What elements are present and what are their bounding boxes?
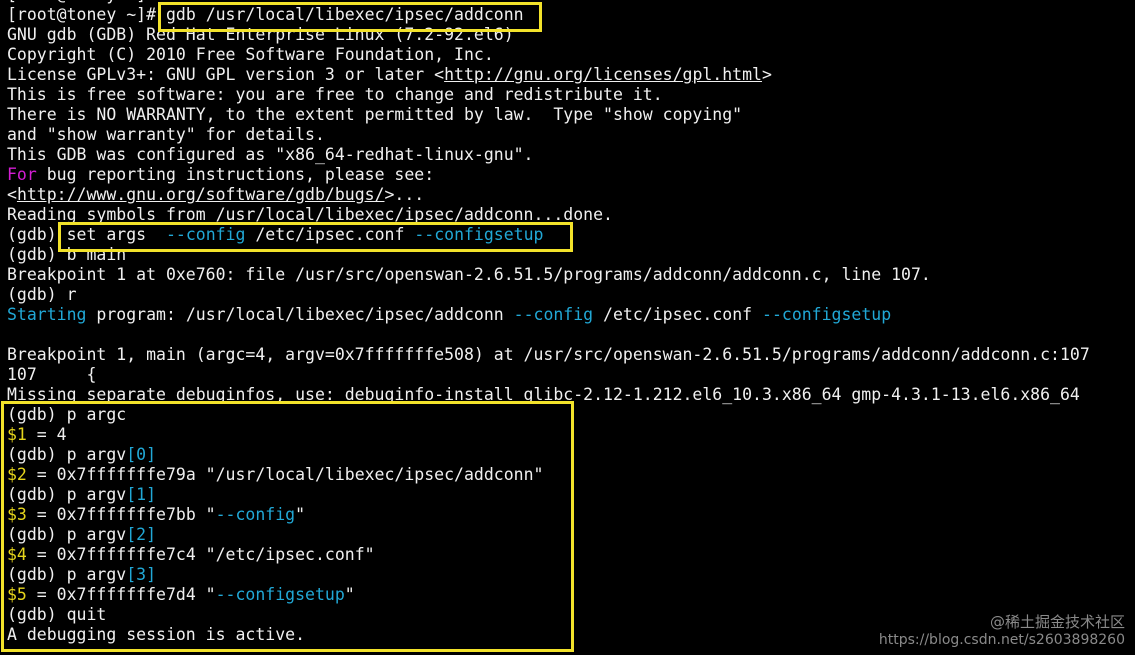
terminal-text-segment: " — [344, 585, 355, 604]
terminal-text-segment: = 0x7fffffffe7d4 " — [26, 585, 216, 604]
watermark: @稀土掘金技术社区 https://blog.csdn.net/s2603898… — [879, 613, 1125, 649]
terminal-window[interactable]: [root@toney ~]#[root@toney ~]# gdb /usr/… — [0, 0, 1135, 655]
watermark-brand: @稀土掘金技术社区 — [989, 613, 1125, 631]
terminal-text-segment: Breakpoint 1 at 0xe760: file /usr/src/op… — [7, 265, 931, 284]
terminal-line: [root@toney ~]# gdb /usr/local/libexec/i… — [7, 5, 1135, 25]
terminal-text-segment: (gdb) p argv — [7, 525, 127, 544]
terminal-text-segment: [root@toney ~]# — [7, 0, 156, 4]
terminal-text-segment: --config — [215, 505, 296, 524]
terminal-text-segment: /etc/ipsec.conf — [245, 225, 415, 244]
terminal-text-segment: set args — [66, 225, 166, 244]
terminal-text-segment: /etc/ipsec.conf — [593, 305, 763, 324]
terminal-text-segment: [root@toney ~]# — [7, 5, 166, 24]
terminal-text-segment: Starting — [7, 305, 87, 324]
terminal-text-segment: < — [7, 185, 17, 204]
terminal-text-segment: --configsetup — [215, 585, 345, 604]
terminal-line: (gdb) r — [7, 285, 1135, 305]
terminal-line: (gdb) p argv[3] — [7, 565, 1135, 585]
terminal-text-segment: --config — [165, 225, 246, 244]
terminal-text-segment: " — [295, 505, 306, 524]
terminal-line: This is free software: you are free to c… — [7, 85, 1135, 105]
terminal-line: (gdb) p argv[0] — [7, 445, 1135, 465]
terminal-line: $3 = 0x7fffffffe7bb "--config" — [7, 505, 1135, 525]
terminal-line: Missing separate debuginfos, use: debugi… — [7, 385, 1135, 405]
terminal-line: Breakpoint 1, main (argc=4, argv=0x7ffff… — [7, 345, 1135, 365]
terminal-text-segment: Copyright (C) 2010 Free Software Foundat… — [7, 45, 494, 64]
terminal-text-segment: = 0x7fffffffe7c4 "/etc/ipsec.conf" — [26, 545, 375, 564]
terminal-line: (gdb) p argv[2] — [7, 525, 1135, 545]
terminal-text-segment: program: /usr/local/libexec/ipsec/addcon… — [86, 305, 514, 324]
terminal-text-segment: = 0x7fffffffe7bb " — [26, 505, 216, 524]
terminal-line: (gdb) p argc — [7, 405, 1135, 425]
terminal-line: Starting program: /usr/local/libexec/ips… — [7, 305, 1135, 325]
watermark-url: https://blog.csdn.net/s2603898260 — [878, 632, 1125, 648]
terminal-text-segment: (gdb) p argv — [7, 445, 127, 464]
terminal-line: $4 = 0x7fffffffe7c4 "/etc/ipsec.conf" — [7, 545, 1135, 565]
terminal-text-segment: (gdb) — [7, 225, 67, 244]
terminal-line: Breakpoint 1 at 0xe760: file /usr/src/op… — [7, 265, 1135, 285]
terminal-line: Copyright (C) 2010 Free Software Foundat… — [7, 45, 1135, 65]
terminal-text-segment: (gdb) p argv — [7, 565, 127, 584]
terminal-text-segment: = 0x7fffffffe79a "/usr/local/libexec/ips… — [26, 465, 544, 484]
terminal-line: There is NO WARRANTY, to the extent perm… — [7, 105, 1135, 125]
terminal-line: License GPLv3+: GNU GPL version 3 or lat… — [7, 65, 1135, 85]
terminal-text-segment: (gdb) quit — [7, 605, 107, 624]
url-link[interactable]: http://www.gnu.org/software/gdb/bugs/ — [17, 185, 385, 204]
terminal-text-segment: > — [761, 65, 772, 84]
terminal-text-segment: (gdb) r — [7, 285, 77, 304]
terminal-text-segment: $1 — [7, 425, 27, 444]
terminal-text-segment: $5 — [7, 585, 27, 604]
terminal-text-segment: Breakpoint 1, main (argc=4, argv=0x7ffff… — [7, 345, 1090, 364]
terminal-line: This GDB was configured as "x86_64-redha… — [7, 145, 1135, 165]
terminal-text-segment: This GDB was configured as "x86_64-redha… — [7, 145, 534, 164]
terminal-text-segment: [2] — [126, 525, 157, 544]
terminal-text-segment: Missing separate debuginfos, use: debugi… — [7, 385, 1080, 404]
terminal-text-segment: = 4 — [26, 425, 67, 444]
terminal-line: and "show warranty" for details. — [7, 125, 1135, 145]
url-link[interactable]: http://gnu.org/licenses/gpl.html — [444, 65, 762, 84]
terminal-text-segment: $2 — [7, 465, 27, 484]
terminal-line: $1 = 4 — [7, 425, 1135, 445]
terminal-output: [root@toney ~]#[root@toney ~]# gdb /usr/… — [7, 0, 1135, 645]
terminal-text-segment: --configsetup — [762, 305, 892, 324]
terminal-text-segment: 107 { — [7, 365, 97, 384]
terminal-text-segment: $4 — [7, 545, 27, 564]
terminal-text-segment: GNU gdb (GDB) Red Hat Enterprise Linux (… — [7, 25, 514, 44]
terminal-line: <http://www.gnu.org/software/gdb/bugs/>.… — [7, 185, 1135, 205]
terminal-line: (gdb) p argv[1] — [7, 485, 1135, 505]
terminal-text-segment: $3 — [7, 505, 27, 524]
terminal-text-segment: >... — [384, 185, 425, 204]
terminal-text-segment: [0] — [126, 445, 157, 464]
terminal-text-segment: (gdb) p argc — [7, 405, 127, 424]
terminal-text-segment: --configsetup — [414, 225, 544, 244]
terminal-line: For bug reporting instructions, please s… — [7, 165, 1135, 185]
terminal-text-segment: License GPLv3+: GNU GPL version 3 or lat… — [7, 65, 445, 84]
terminal-text-segment: [1] — [126, 485, 157, 504]
terminal-text-segment: bug reporting instructions, please see: — [36, 165, 435, 184]
terminal-text-segment: For — [7, 165, 37, 184]
terminal-text-segment: [3] — [126, 565, 157, 584]
terminal-line: 107 { — [7, 365, 1135, 385]
terminal-line: GNU gdb (GDB) Red Hat Enterprise Linux (… — [7, 25, 1135, 45]
terminal-line: (gdb) b main — [7, 245, 1135, 265]
terminal-text-segment: (gdb) b main — [7, 245, 127, 264]
terminal-text-segment: This is free software: you are free to c… — [7, 85, 663, 104]
terminal-text-segment: Reading symbols from /usr/local/libexec/… — [7, 205, 613, 224]
terminal-line: $2 = 0x7fffffffe79a "/usr/local/libexec/… — [7, 465, 1135, 485]
terminal-line: (gdb) set args --config /etc/ipsec.conf … — [7, 225, 1135, 245]
terminal-line: $5 = 0x7fffffffe7d4 "--configsetup" — [7, 585, 1135, 605]
terminal-line: Reading symbols from /usr/local/libexec/… — [7, 205, 1135, 225]
terminal-text-segment: There is NO WARRANTY, to the extent perm… — [7, 105, 743, 124]
terminal-text-segment: (gdb) p argv — [7, 485, 127, 504]
terminal-text-segment: and "show warranty" for details. — [7, 125, 325, 144]
terminal-text-segment: gdb /usr/local/libexec/ipsec/addconn — [165, 5, 524, 24]
terminal-text-segment: A debugging session is active. — [7, 625, 306, 644]
terminal-text-segment: --config — [513, 305, 594, 324]
